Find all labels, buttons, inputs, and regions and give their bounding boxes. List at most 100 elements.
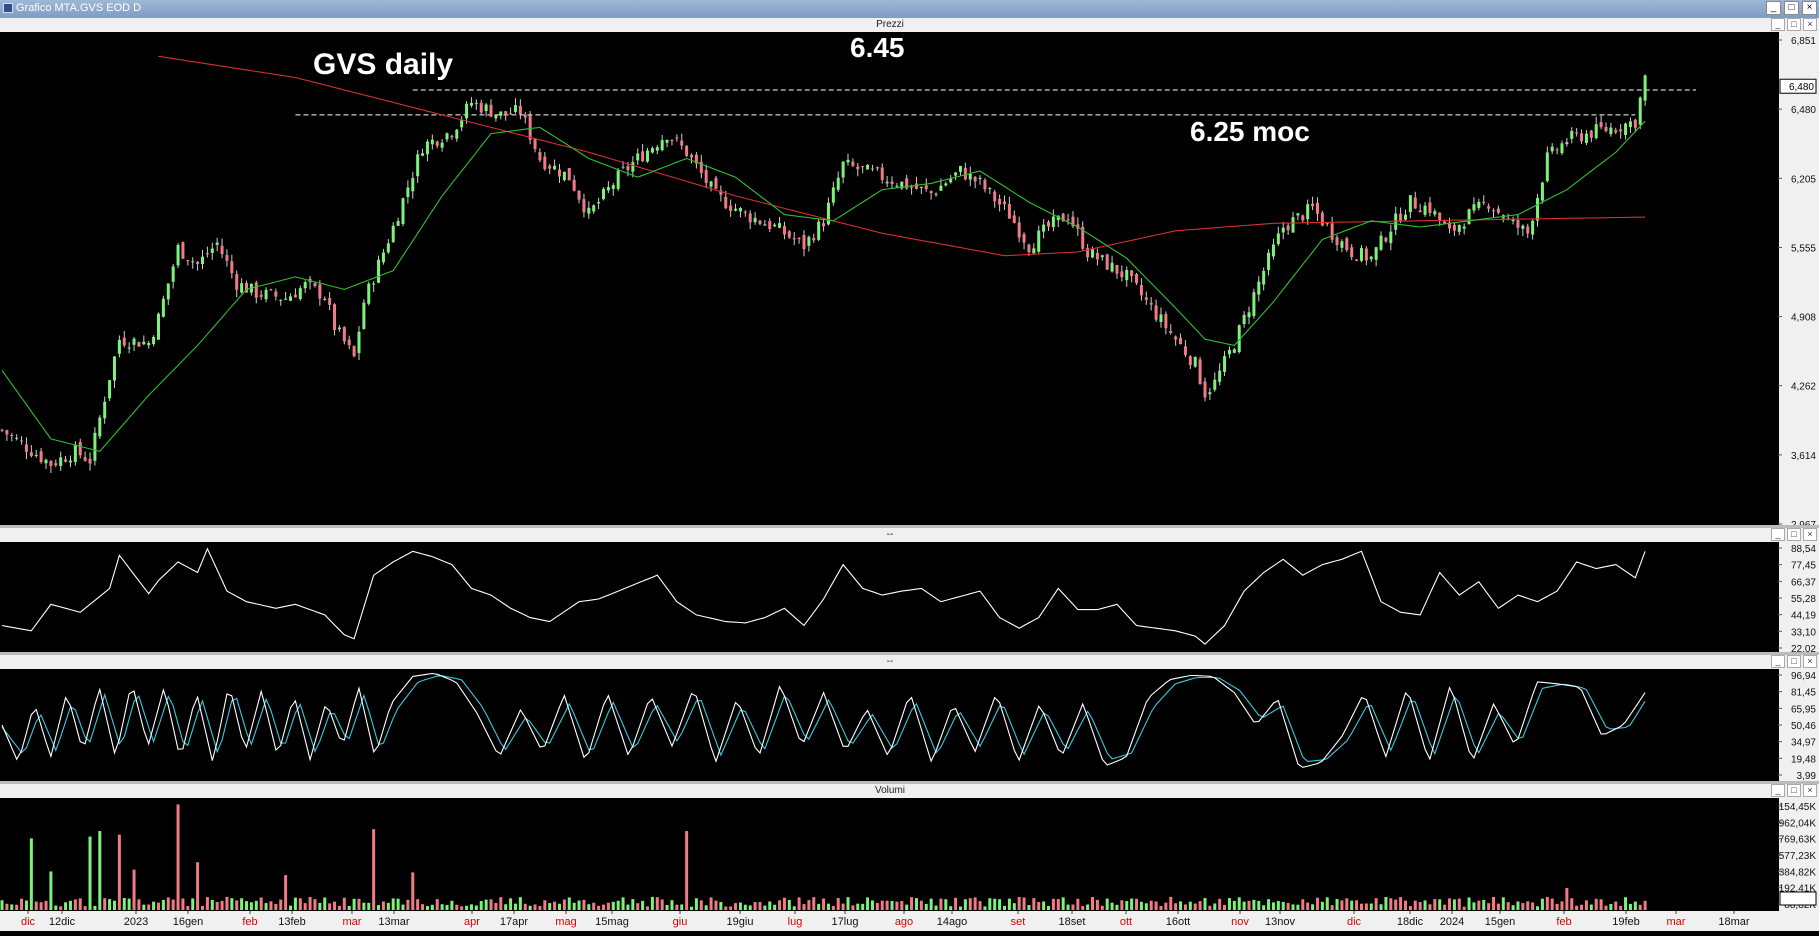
candle-body <box>655 147 659 151</box>
volume-bar <box>778 900 782 910</box>
volume-bar <box>1575 905 1579 910</box>
volume-bar <box>1472 902 1476 910</box>
stoch-chart[interactable]: 96,94 81,45 65,95 50,46 34,97 19,48 3,99 <box>0 655 1819 781</box>
volume-bar <box>870 900 874 910</box>
candle-body <box>1550 146 1554 152</box>
candle-body <box>670 139 674 141</box>
price-chart[interactable]: 6,8516,4806,2055,5554,9084,2623,6142,967… <box>0 18 1819 525</box>
price-axis-tick-label: 6,851 <box>1791 36 1816 47</box>
candle-body <box>523 114 527 118</box>
volume-bar <box>161 899 165 910</box>
volume-bar <box>137 899 141 910</box>
candle-body <box>328 298 332 305</box>
volume-bar <box>523 903 527 910</box>
volume-bar <box>416 899 420 910</box>
candle-body <box>1633 119 1637 128</box>
candle-body <box>1340 241 1344 248</box>
candle-body <box>1198 359 1202 385</box>
candle-body <box>1022 234 1026 243</box>
sma-long-line <box>158 55 1646 257</box>
volume-bar <box>1125 901 1129 910</box>
volume-bar <box>1330 905 1334 910</box>
volume-bar <box>1619 905 1623 910</box>
candle-body <box>1560 143 1564 154</box>
volume-bar <box>127 898 131 910</box>
candle-body <box>1291 217 1295 233</box>
candle-body <box>812 238 816 241</box>
volume-bar <box>1203 898 1207 910</box>
candle-body <box>924 185 928 190</box>
volume-bar <box>337 905 341 910</box>
candle-body <box>802 234 806 250</box>
candle-body <box>1359 247 1363 261</box>
candle-body <box>1286 225 1290 231</box>
candle-body <box>494 114 498 119</box>
candle-body <box>176 244 180 266</box>
candle-body <box>1638 97 1642 125</box>
volume-bar <box>826 903 830 910</box>
rsi-axis-tick-label: 77,45 <box>1791 561 1816 572</box>
volume-bar <box>1389 898 1393 910</box>
candle-body <box>259 294 263 297</box>
candle-body <box>1130 270 1134 276</box>
volume-bar <box>988 898 992 910</box>
volume-bar <box>1051 898 1055 910</box>
volume-bar <box>538 905 542 910</box>
volume-bar <box>1643 900 1647 910</box>
candle-body <box>313 282 317 287</box>
candle-body <box>435 141 439 146</box>
volume-bar <box>1448 898 1452 910</box>
candle-body <box>919 186 923 188</box>
volume-bar <box>1012 903 1016 910</box>
stoch-axis-tick-label: 65,95 <box>1791 704 1816 715</box>
candle-body <box>1643 75 1647 101</box>
volume-bar <box>1247 900 1251 910</box>
candle-body <box>455 129 459 139</box>
volume-bar <box>1320 901 1324 910</box>
volume-bar <box>1452 899 1456 910</box>
candle-body <box>1584 133 1588 143</box>
volume-bar <box>1408 906 1412 910</box>
candle-body <box>601 188 605 200</box>
volume-bar <box>836 898 840 910</box>
volume-chart[interactable]: 1154,45K962,04K769,63K577,23K384,82K192,… <box>0 784 1819 911</box>
volume-bar <box>156 902 160 910</box>
candle-body <box>685 145 689 157</box>
volume-bar <box>851 905 855 910</box>
volume-bar <box>1364 903 1368 910</box>
candle-body <box>1296 213 1300 216</box>
candle-body <box>24 444 28 452</box>
volume-bar <box>738 902 742 910</box>
window-maximize-button[interactable]: □ <box>1784 1 1799 15</box>
volume-bar <box>98 831 102 910</box>
volume-bar <box>1135 898 1139 910</box>
candle-body <box>1330 223 1334 240</box>
volume-axis-tick-label: 769,63K <box>1779 835 1817 846</box>
candle-body <box>1208 392 1212 395</box>
volume-bar <box>435 899 439 910</box>
candle-body <box>650 148 654 153</box>
candle-body <box>1325 223 1329 225</box>
candle-body <box>778 223 782 228</box>
candle-body <box>484 104 488 112</box>
candle-body <box>626 166 630 171</box>
window-close-button[interactable]: × <box>1802 1 1817 15</box>
candle-body <box>1095 252 1099 260</box>
candle-body <box>914 183 918 189</box>
volume-bar <box>29 838 33 910</box>
volume-bar <box>49 871 53 910</box>
candle-body <box>646 150 650 162</box>
volume-bar <box>587 904 591 910</box>
volume-bar <box>279 899 283 910</box>
candle-body <box>20 440 24 442</box>
volume-bar <box>817 903 821 910</box>
volume-bar <box>597 905 601 910</box>
volume-bar <box>1565 887 1569 910</box>
volume-bar <box>269 901 273 910</box>
volume-bar <box>753 901 757 910</box>
volume-bar <box>1154 901 1158 910</box>
candle-body <box>430 139 434 145</box>
volume-bar <box>34 901 38 910</box>
window-minimize-button[interactable]: _ <box>1766 1 1781 15</box>
rsi-chart[interactable]: 88,54 77,45 66,37 55,28 44,19 33,10 22,02 <box>0 528 1819 652</box>
